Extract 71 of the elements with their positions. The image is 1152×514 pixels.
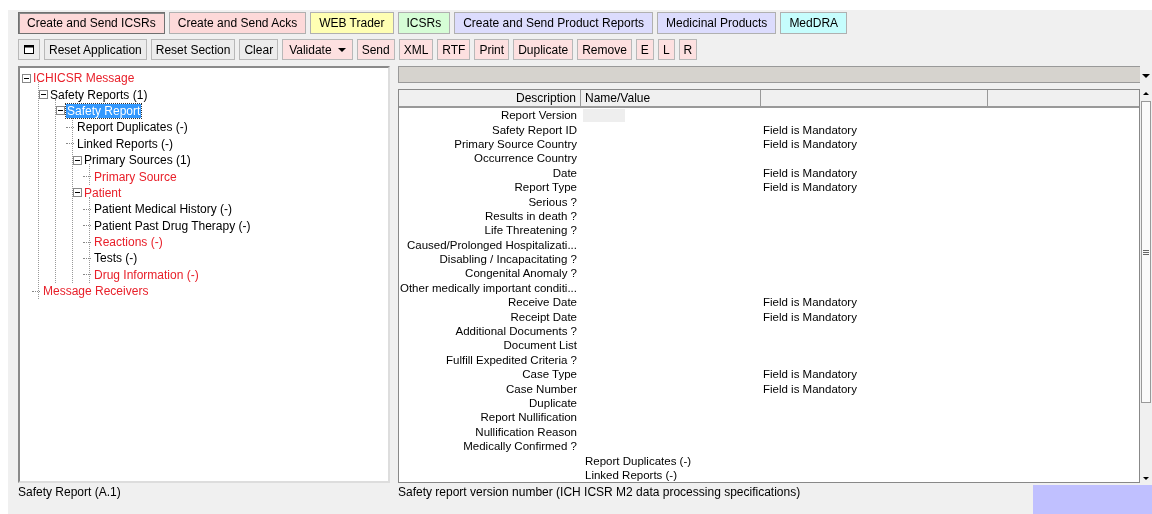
mandatory-note: Field is Mandatory xyxy=(762,181,857,194)
tree-item[interactable]: Tests (-) xyxy=(93,251,139,266)
child-link[interactable]: Linked Reports (-) xyxy=(581,468,678,481)
toolbar-button[interactable]: Send xyxy=(356,39,395,60)
tree-item[interactable]: Safety Reports (1) xyxy=(49,87,149,102)
property-label: Receipt Date xyxy=(510,310,578,323)
tab[interactable]: Create and Send ICSRs xyxy=(18,12,165,34)
toolbar-button[interactable]: Clear xyxy=(239,39,279,60)
property-label: Serious ? xyxy=(528,195,578,208)
toolbar-button[interactable]: Reset Section xyxy=(150,39,236,60)
toolbar-button[interactable]: E xyxy=(635,39,654,60)
toolbar-button[interactable]: Reset Application xyxy=(44,39,147,60)
property-label: Report Version xyxy=(500,109,578,122)
tree-item[interactable]: Primary Sources (1) xyxy=(83,153,192,168)
property-label: Report Nullification xyxy=(480,411,578,424)
property-label: Primary Source Country xyxy=(454,137,578,150)
property-label: Receive Date xyxy=(507,296,578,309)
toolbar-button[interactable]: RTF xyxy=(437,39,471,60)
mandatory-note: Field is Mandatory xyxy=(762,137,857,150)
mandatory-note: Field is Mandatory xyxy=(762,166,857,179)
property-label: Congenital Anomaly ? xyxy=(465,267,578,280)
tab[interactable]: WEB Trader xyxy=(310,12,394,34)
tab[interactable]: Create and Send Acks xyxy=(168,12,307,34)
tree-item[interactable]: Linked Reports (-) xyxy=(76,136,175,151)
property-label: Disabling / Incapacitating ? xyxy=(439,253,578,266)
status-description: Safety report version number (ICH ICSR M2 data processing specifications) xyxy=(398,484,802,499)
property-label: Life Threatening ? xyxy=(484,224,578,237)
toolbar-button[interactable]: XML xyxy=(398,39,434,60)
mandatory-note: Field is Mandatory xyxy=(762,296,857,309)
property-label: Safety Report ID xyxy=(492,123,578,136)
property-label: Case Type xyxy=(522,368,578,381)
property-label: Results in death ? xyxy=(484,209,578,222)
property-label: Medically Confirmed ? xyxy=(463,440,578,453)
tab[interactable]: MedDRA xyxy=(780,12,848,34)
property-label: Fulfill Expedited Criteria ? xyxy=(445,353,578,366)
tab[interactable]: Medicinal Products xyxy=(657,12,777,34)
mandatory-note: Field is Mandatory xyxy=(762,123,857,136)
toolbar-button[interactable]: L xyxy=(657,39,675,60)
mandatory-note: Field is Mandatory xyxy=(762,310,857,323)
toolbar-button[interactable]: Print xyxy=(474,39,510,60)
tree-item[interactable]: Patient Medical History (-) xyxy=(93,202,234,217)
property-label: Caused/Prolonged Hospitalizati... xyxy=(406,238,578,251)
property-label: Document List xyxy=(503,339,578,352)
tree-item[interactable]: Report Duplicates (-) xyxy=(76,120,189,135)
property-label: Occurrence Country xyxy=(474,152,578,165)
tree-item[interactable]: Message Receivers xyxy=(42,284,150,299)
tree-item[interactable]: Reactions (-) xyxy=(93,235,164,250)
property-label: Additional Documents ? xyxy=(455,325,578,338)
child-link[interactable]: Report Duplicates (-) xyxy=(581,454,692,467)
column-header[interactable]: Name/Value xyxy=(581,90,761,106)
tree-item[interactable]: Patient Past Drug Therapy (-) xyxy=(93,218,252,233)
property-label: Duplicate xyxy=(529,397,578,409)
property-label: Case Number xyxy=(506,382,578,395)
tree-item[interactable]: Drug Information (-) xyxy=(93,267,200,282)
property-label: Report Type xyxy=(514,181,578,194)
mandatory-note: Field is Mandatory xyxy=(762,368,857,381)
column-header[interactable]: Description xyxy=(399,90,581,106)
property-label: Date xyxy=(552,166,578,179)
tab[interactable]: ICSRs xyxy=(397,12,451,34)
property-label: Other medically important conditi... xyxy=(399,281,578,294)
tree-item[interactable]: ICHICSR Message xyxy=(32,71,136,86)
tree-item[interactable]: Patient xyxy=(83,185,123,200)
toolbar-button[interactable]: Duplicate xyxy=(513,39,574,60)
tree-item[interactable]: Primary Source xyxy=(93,169,178,184)
tab[interactable]: Create and Send Product Reports xyxy=(454,12,653,34)
property-label: Nullification Reason xyxy=(475,425,578,438)
toolbar-button[interactable]: R xyxy=(678,39,698,60)
validate-button[interactable]: Validate xyxy=(282,39,353,60)
status-text: Safety Report (A.1) xyxy=(18,484,122,499)
toolbar-button[interactable]: Remove xyxy=(577,39,632,60)
mandatory-note: Field is Mandatory xyxy=(762,382,857,395)
